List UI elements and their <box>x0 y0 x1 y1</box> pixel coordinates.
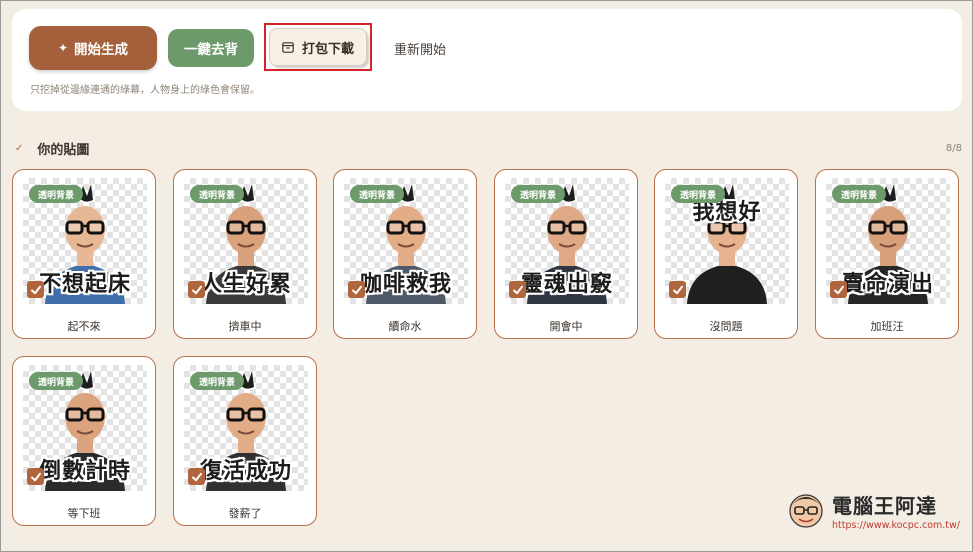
select-checkbox[interactable] <box>509 281 526 298</box>
transparent-bg-badge: 透明背景 <box>350 185 405 203</box>
sticker-label: 等下班 <box>67 507 101 520</box>
watermark-logo-icon <box>789 494 823 528</box>
sticker-card[interactable]: 透明背景 咖啡救我續命水 <box>333 169 477 339</box>
watermark-title: 電腦王阿達 <box>832 494 937 518</box>
sticker-label: 加班汪 <box>870 320 904 333</box>
select-checkbox[interactable] <box>830 281 847 298</box>
watermark-url: https://www.kocpc.com.tw/ <box>832 520 960 531</box>
transparent-bg-badge: 透明背景 <box>29 185 84 203</box>
check-icon <box>191 472 202 481</box>
watermark: 電腦王阿達 https://www.kocpc.com.tw/ <box>786 488 961 538</box>
sticker-label: 發薪了 <box>228 507 262 520</box>
restart-label: 重新開始 <box>393 42 446 58</box>
start-generate-label: 開始生成 <box>74 42 129 58</box>
sticker-image: 透明背景 賣命演出 <box>826 178 950 304</box>
sticker-image: 透明背景 咖啡救我 <box>344 178 468 304</box>
sparkle-icon: ✦ <box>57 41 69 55</box>
sticker-card[interactable]: 透明背景 我想好沒問題 <box>654 169 798 339</box>
check-icon <box>512 285 523 294</box>
select-checkbox[interactable] <box>27 281 44 298</box>
transparent-bg-badge: 透明背景 <box>511 185 566 203</box>
check-icon <box>191 285 202 294</box>
check-icon <box>351 285 362 294</box>
check-icon <box>672 285 683 294</box>
select-checkbox[interactable] <box>188 281 205 298</box>
select-checkbox[interactable] <box>669 281 686 298</box>
sticker-label: 擠車中 <box>228 320 262 333</box>
check-icon <box>30 472 41 481</box>
sticker-image: 透明背景 靈魂出竅 <box>505 178 629 304</box>
sticker-card[interactable]: 透明背景 復活成功發薪了 <box>173 356 317 526</box>
transparent-bg-badge: 透明背景 <box>190 185 245 203</box>
transparent-bg-badge: 透明背景 <box>29 372 84 390</box>
sticker-image: 透明背景 我想好 <box>665 178 789 304</box>
remove-background-label: 一鍵去背 <box>184 42 238 58</box>
hint-text: 只挖掉從邊緣連通的綠幕，人物身上的綠色會保留。 <box>30 85 260 96</box>
select-checkbox[interactable] <box>348 281 365 298</box>
download-highlight-frame: 打包下載 <box>264 23 372 71</box>
sticker-label: 開會中 <box>549 320 583 333</box>
sticker-image: 透明背景 人生好累 <box>184 178 308 304</box>
download-all-label: 打包下載 <box>301 41 354 57</box>
select-checkbox[interactable] <box>188 468 205 485</box>
check-icon <box>833 285 844 294</box>
sticker-count: 8/8 <box>945 142 962 154</box>
stickers-section-header[interactable]: ✓ 你的貼圖 8/8 <box>15 139 962 158</box>
transparent-bg-badge: 透明背景 <box>190 372 245 390</box>
toolbar-card: ✦ 開始生成 一鍵去背 打包下載 重新開始 只挖掉從邊緣連通的綠幕，人物身上的綠… <box>12 9 962 111</box>
sticker-card[interactable]: 透明背景 靈魂出竅開會中 <box>494 169 638 339</box>
sticker-card[interactable]: 透明背景 賣命演出加班汪 <box>815 169 959 339</box>
transparent-bg-badge: 透明背景 <box>832 185 887 203</box>
sticker-card[interactable]: 透明背景 人生好累擠車中 <box>173 169 317 339</box>
sticker-card[interactable]: 透明背景 不想起床起不來 <box>12 169 156 339</box>
download-all-button[interactable]: 打包下載 <box>269 28 367 66</box>
start-generate-button[interactable]: ✦ 開始生成 <box>29 26 157 70</box>
check-icon <box>30 285 41 294</box>
remove-background-button[interactable]: 一鍵去背 <box>168 29 254 67</box>
transparent-bg-badge: 透明背景 <box>671 185 726 203</box>
restart-button[interactable]: 重新開始 <box>388 26 452 70</box>
sticker-image: 透明背景 倒數計時 <box>23 365 147 491</box>
checkmark-icon: ✓ <box>15 142 24 154</box>
sticker-image: 透明背景 復活成功 <box>184 365 308 491</box>
select-checkbox[interactable] <box>27 468 44 485</box>
sticker-card[interactable]: 透明背景 倒數計時等下班 <box>12 356 156 526</box>
section-title: 你的貼圖 <box>37 142 90 158</box>
sticker-label: 沒問題 <box>709 320 743 333</box>
sticker-label: 續命水 <box>388 320 422 333</box>
sticker-label: 起不來 <box>67 320 101 333</box>
archive-icon <box>282 42 294 53</box>
sticker-image: 透明背景 不想起床 <box>23 178 147 304</box>
